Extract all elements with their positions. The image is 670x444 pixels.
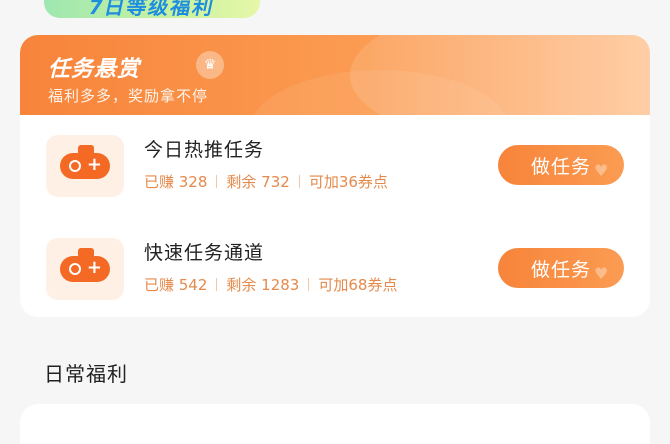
remaining-count: 剩余 1283 xyxy=(226,276,300,294)
bonus-points: 可加36券点 xyxy=(308,173,388,191)
daily-benefit-card xyxy=(20,404,650,444)
remaining-count: 剩余 732 xyxy=(226,173,290,191)
level-benefit-banner-text: 7日等级福利 xyxy=(86,0,218,19)
divider xyxy=(308,278,310,291)
level-benefit-banner[interactable]: 7日等级福利 xyxy=(44,0,260,19)
card-title: 任务悬赏 xyxy=(48,57,141,82)
card-header: 任务悬赏 ♛ 福利多多，奖励拿不停 xyxy=(20,35,650,190)
card-subtitle: 福利多多，奖励拿不停 xyxy=(48,87,209,105)
task-name: 快速任务通道 xyxy=(144,242,265,264)
do-task-label: 做任务 xyxy=(530,258,591,281)
section-title: 日常福利 xyxy=(44,362,128,386)
earned-count: 已赚 328 xyxy=(144,173,208,191)
do-task-label: 做任务 xyxy=(530,155,591,178)
do-task-button[interactable]: 做任务 ♥ xyxy=(498,248,624,288)
task-name: 今日热推任务 xyxy=(144,139,265,161)
earned-count: 已赚 542 xyxy=(144,276,208,294)
divider xyxy=(216,278,218,291)
gamepad-icon: + xyxy=(46,238,124,300)
bonus-points: 可加68券点 xyxy=(318,276,398,294)
gamepad-icon: + xyxy=(46,135,124,197)
task-item-hot: + 今日热推任务 已赚 328 剩余 732 可加36券点 做任务 ♥ xyxy=(20,135,650,215)
divider xyxy=(298,175,300,188)
divider xyxy=(216,175,218,188)
heart-icon: ♥ xyxy=(594,264,610,283)
task-stats: 已赚 542 剩余 1283 可加68券点 xyxy=(144,274,397,295)
task-stats: 已赚 328 剩余 732 可加36券点 xyxy=(144,171,388,192)
task-item-fast: + 快速任务通道 已赚 542 剩余 1283 可加68券点 做任务 ♥ xyxy=(20,238,650,317)
task-reward-card: 任务悬赏 ♛ 福利多多，奖励拿不停 + 今日热推任务 已赚 328 剩余 732 可… xyxy=(20,35,650,317)
heart-icon: ♥ xyxy=(594,161,610,180)
do-task-button[interactable]: 做任务 ♥ xyxy=(498,145,624,185)
crown-icon: ♛ xyxy=(196,51,224,79)
